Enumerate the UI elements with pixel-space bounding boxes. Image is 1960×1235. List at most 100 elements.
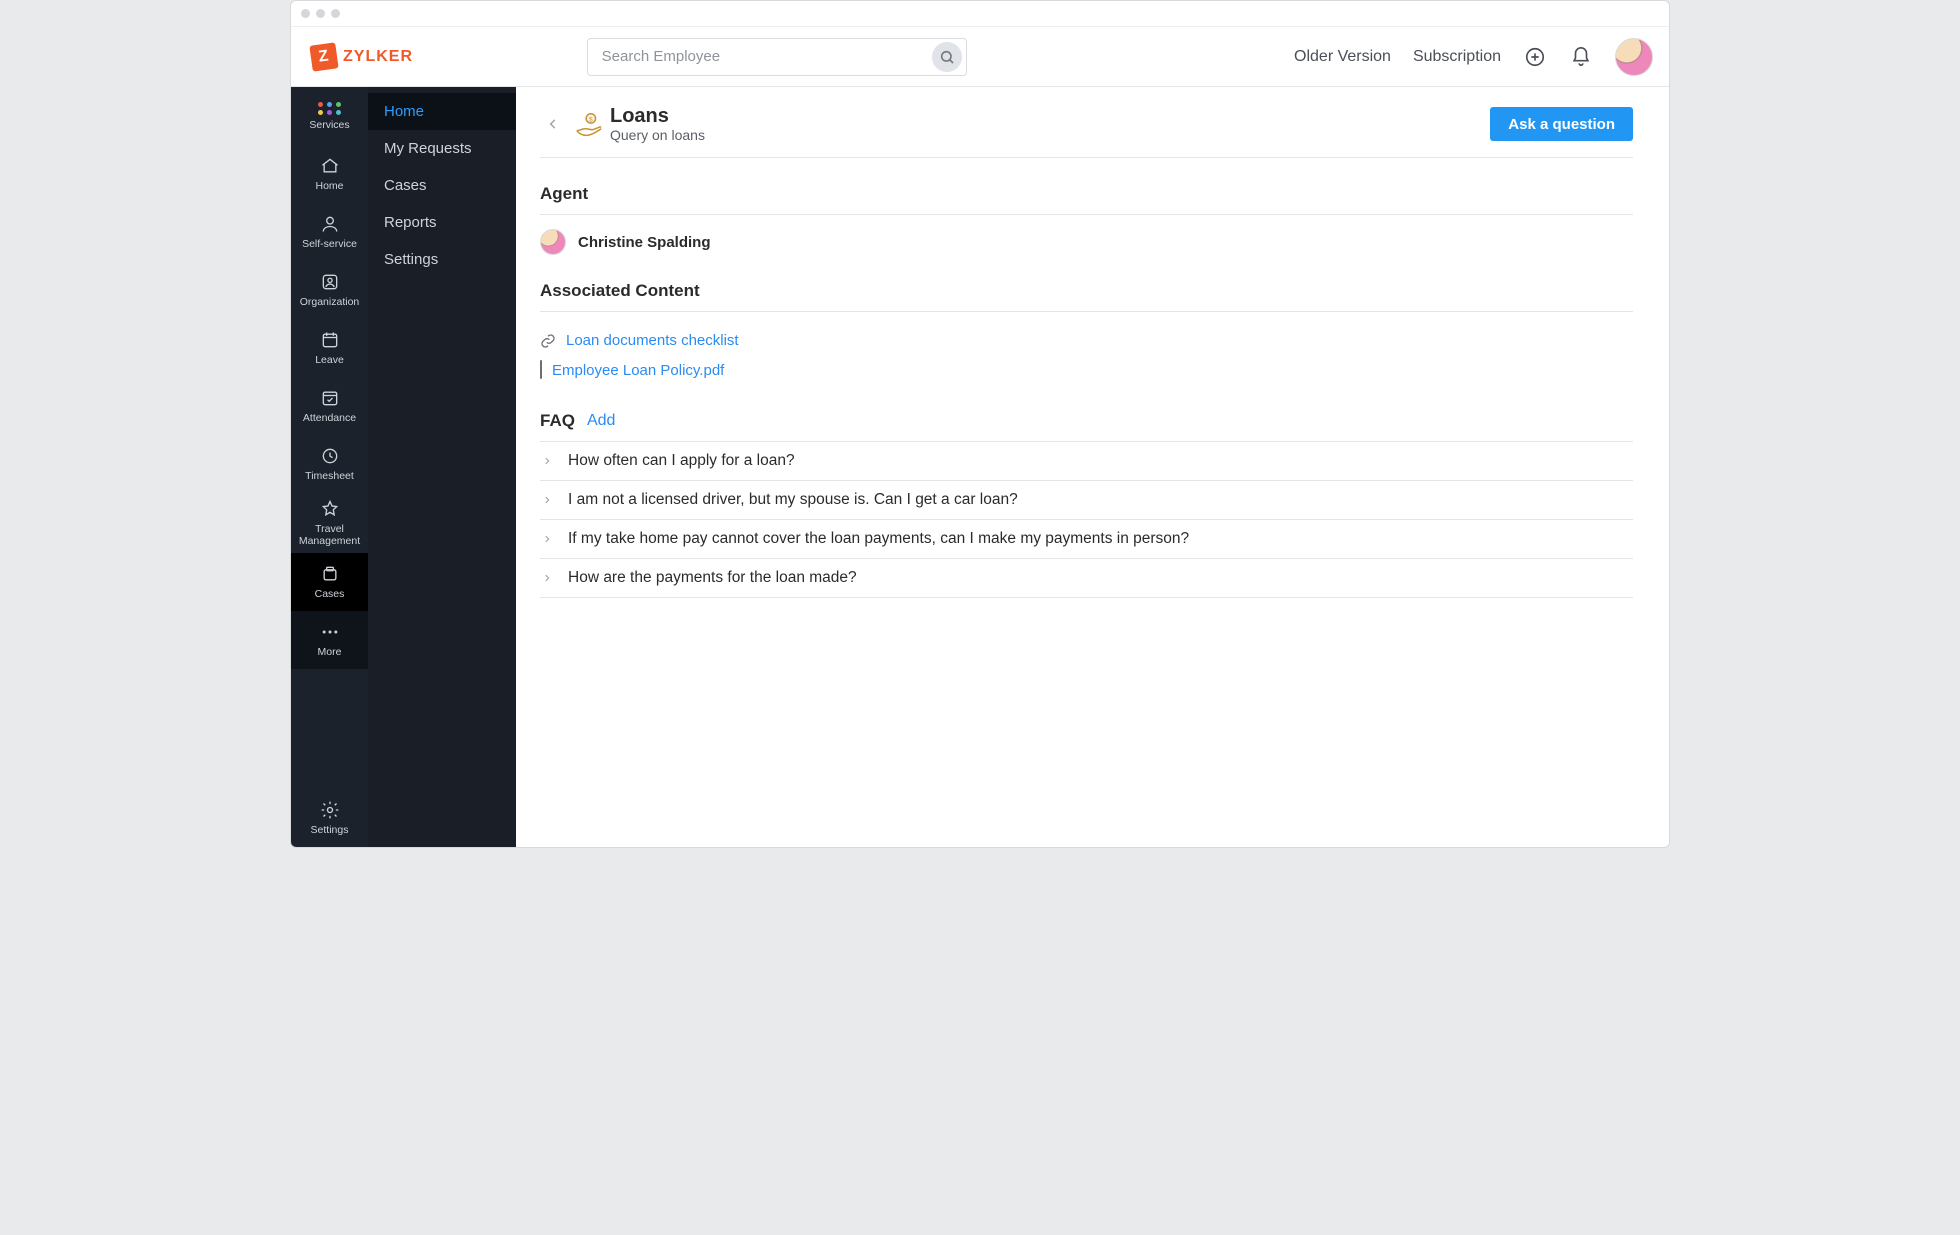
rail-label: Travel Management — [293, 523, 366, 547]
rail-item-self-service[interactable]: Self-service — [291, 203, 368, 261]
faq-question: If my take home pay cannot cover the loa… — [568, 530, 1189, 548]
user-avatar[interactable] — [1615, 38, 1653, 76]
window-dot — [331, 9, 340, 18]
rail-label: Self-service — [302, 238, 357, 250]
rail-label: Settings — [311, 824, 349, 836]
page-subtitle: Query on loans — [610, 127, 705, 143]
divider — [540, 214, 1633, 215]
org-icon — [320, 272, 340, 292]
faq-list: How often can I apply for a loan? I am n… — [540, 441, 1633, 598]
browser-window: Z ZYLKER Older Version Subscription — [290, 0, 1670, 848]
brand-logo[interactable]: Z ZYLKER — [311, 44, 413, 70]
file-icon — [540, 361, 542, 379]
plus-circle-icon — [1524, 46, 1546, 68]
rail-label: Home — [315, 180, 343, 192]
chevron-right-icon — [542, 571, 552, 585]
faq-heading: FAQ — [540, 411, 575, 431]
subnav-item-cases[interactable]: Cases — [368, 167, 516, 204]
faq-item[interactable]: I am not a licensed driver, but my spous… — [540, 481, 1633, 520]
associated-link[interactable]: Loan documents checklist — [566, 332, 739, 349]
agent-avatar — [540, 229, 566, 255]
faq-section: FAQ Add How often can I apply for a loan… — [540, 411, 1633, 598]
faq-question: How often can I apply for a loan? — [568, 452, 795, 470]
subnav-item-my-requests[interactable]: My Requests — [368, 130, 516, 167]
svg-text:$: $ — [589, 116, 593, 123]
agent-heading: Agent — [540, 184, 1633, 204]
cases-icon — [320, 564, 340, 584]
chevron-right-icon — [542, 532, 552, 546]
loan-hand-icon: $ — [574, 110, 602, 138]
faq-heading-row: FAQ Add — [540, 411, 1633, 431]
calendar-icon — [320, 330, 340, 350]
rail-label: Leave — [315, 354, 344, 366]
add-button[interactable] — [1523, 45, 1547, 69]
bell-icon — [1570, 46, 1592, 68]
search-icon — [939, 49, 955, 65]
search-container — [587, 38, 967, 76]
main-content: $ Loans Query on loans Ask a question Ag… — [516, 87, 1669, 847]
rail-item-services[interactable]: Services — [291, 87, 368, 145]
faq-item[interactable]: How often can I apply for a loan? — [540, 441, 1633, 481]
rail-item-home[interactable]: Home — [291, 145, 368, 203]
brand-name: ZYLKER — [343, 48, 413, 66]
subscription-link[interactable]: Subscription — [1413, 48, 1501, 66]
rail-label: Timesheet — [305, 470, 354, 482]
divider — [540, 311, 1633, 312]
agent-section: Agent Christine Spalding — [540, 184, 1633, 255]
rail-item-settings[interactable]: Settings — [291, 789, 368, 847]
faq-question: I am not a licensed driver, but my spous… — [568, 491, 1018, 509]
rail-item-organization[interactable]: Organization — [291, 261, 368, 319]
rail-label: Services — [309, 119, 349, 131]
page-titles: Loans Query on loans — [610, 105, 705, 143]
star-icon — [320, 499, 340, 519]
chevron-right-icon — [542, 493, 552, 507]
faq-question: How are the payments for the loan made? — [568, 569, 857, 587]
faq-add-link[interactable]: Add — [587, 412, 615, 430]
associated-item[interactable]: Employee Loan Policy.pdf — [540, 355, 1633, 385]
app-body: Services Home Self-service Organization … — [291, 87, 1669, 847]
rail-item-cases[interactable]: Cases — [291, 553, 368, 611]
search-box[interactable] — [587, 38, 967, 76]
agent-row: Christine Spalding — [540, 229, 1633, 255]
link-icon — [540, 333, 556, 349]
ask-question-button[interactable]: Ask a question — [1490, 107, 1633, 141]
clock-icon — [320, 446, 340, 466]
subnav: Home My Requests Cases Reports Settings — [368, 87, 516, 847]
rail-label: Cases — [315, 588, 345, 600]
services-grid-icon — [318, 102, 342, 115]
rail-label: More — [318, 646, 342, 658]
home-icon — [320, 156, 340, 176]
more-icon — [320, 622, 340, 642]
rail-label: Organization — [300, 296, 360, 308]
calendar-check-icon — [320, 388, 340, 408]
left-rail: Services Home Self-service Organization … — [291, 87, 368, 847]
faq-item[interactable]: How are the payments for the loan made? — [540, 559, 1633, 598]
app-header: Z ZYLKER Older Version Subscription — [291, 27, 1669, 87]
associated-item[interactable]: Loan documents checklist — [540, 326, 1633, 355]
older-version-link[interactable]: Older Version — [1294, 48, 1391, 66]
subnav-item-reports[interactable]: Reports — [368, 204, 516, 241]
app-root: Z ZYLKER Older Version Subscription — [291, 27, 1669, 847]
window-dot — [316, 9, 325, 18]
associated-link[interactable]: Employee Loan Policy.pdf — [552, 362, 724, 379]
rail-item-travel[interactable]: Travel Management — [291, 493, 368, 553]
associated-content-heading: Associated Content — [540, 281, 1633, 301]
rail-item-more[interactable]: More — [291, 611, 368, 669]
agent-name: Christine Spalding — [578, 234, 711, 251]
search-input[interactable] — [600, 47, 932, 66]
back-button[interactable] — [540, 110, 566, 138]
person-icon — [320, 214, 340, 234]
associated-content-section: Associated Content Loan documents checkl… — [540, 281, 1633, 385]
subnav-item-home[interactable]: Home — [368, 93, 516, 130]
brand-mark: Z — [309, 42, 338, 71]
faq-item[interactable]: If my take home pay cannot cover the loa… — [540, 520, 1633, 559]
rail-item-timesheet[interactable]: Timesheet — [291, 435, 368, 493]
gear-icon — [320, 800, 340, 820]
subnav-item-settings[interactable]: Settings — [368, 241, 516, 278]
window-chrome — [291, 1, 1669, 27]
page-header: $ Loans Query on loans Ask a question — [540, 97, 1633, 158]
rail-item-leave[interactable]: Leave — [291, 319, 368, 377]
search-button[interactable] — [932, 42, 962, 72]
notifications-button[interactable] — [1569, 45, 1593, 69]
rail-item-attendance[interactable]: Attendance — [291, 377, 368, 435]
